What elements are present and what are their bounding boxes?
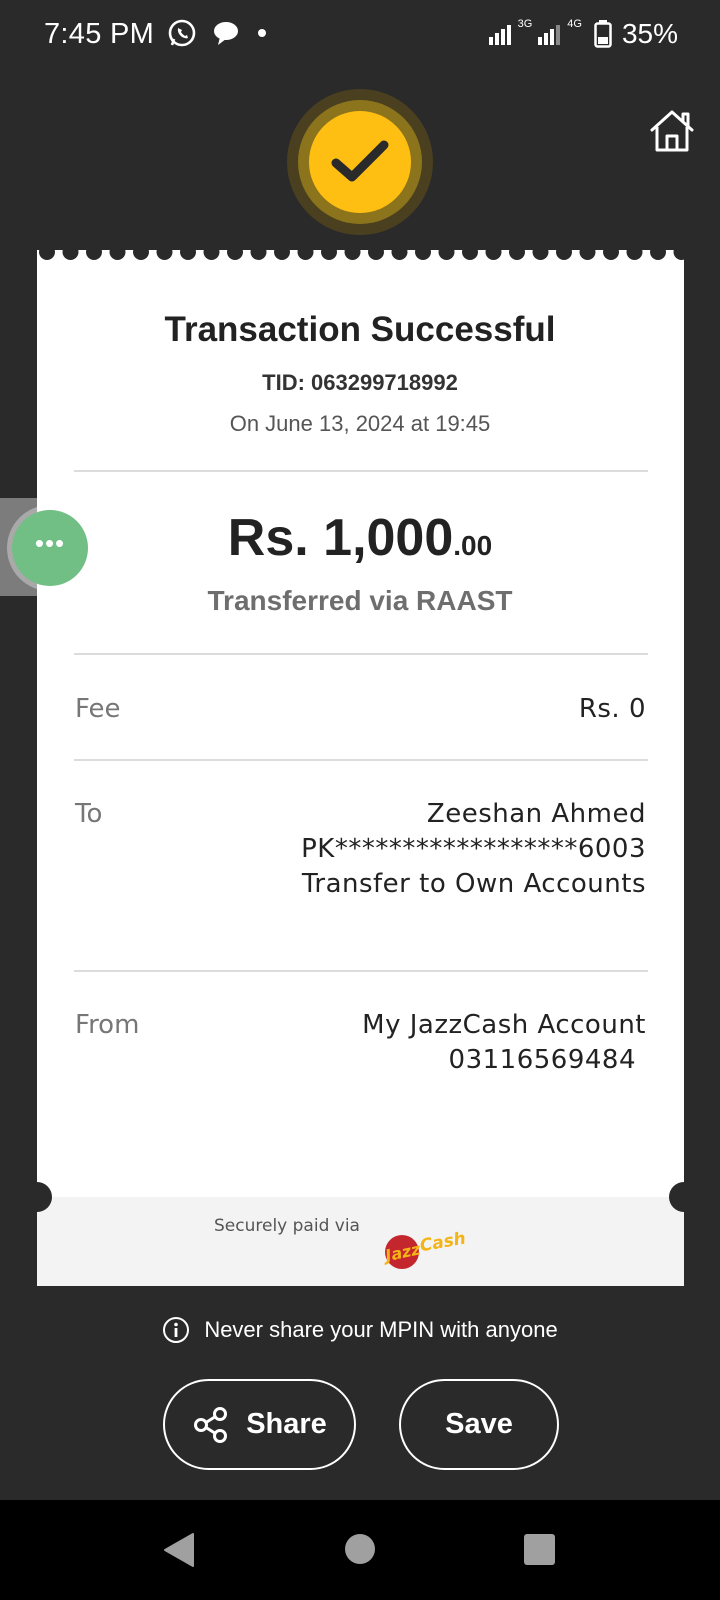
scallop-dot (626, 248, 643, 260)
warning-text: Never share your MPIN with anyone (204, 1317, 558, 1342)
recipient-name: Zeeshan Ahmed (426, 799, 646, 829)
nav-home-button[interactable] (345, 1534, 375, 1564)
scallop-dot (509, 248, 525, 260)
floating-menu-bubble[interactable]: ••• (12, 510, 88, 586)
receipt-notch (669, 1182, 699, 1212)
scallop-dot (250, 248, 267, 260)
to-details: Zeeshan Ahmed PK******************6003 T… (301, 797, 646, 902)
scallop-dot (532, 248, 549, 260)
scallop-dot (579, 248, 596, 260)
divider (74, 470, 648, 472)
network-label-2: 4G (567, 18, 582, 30)
scallop-dot (274, 248, 290, 260)
scallop-dot (133, 248, 149, 260)
recent-apps-button[interactable] (524, 1534, 555, 1565)
scallop-dot (673, 248, 684, 260)
status-bar: 7:45 PM 3G 4G 35% (0, 0, 720, 72)
signal-icon (488, 23, 511, 45)
from-details: My JazzCash Account 03116569484 (362, 1008, 646, 1078)
save-button[interactable]: Save (399, 1379, 559, 1470)
sender-account-name: My JazzCash Account (362, 1010, 646, 1040)
security-warning: Never share your MPIN with anyone (0, 1316, 720, 1344)
back-icon[interactable] (163, 1532, 195, 1568)
logo-text-cash: Cash (418, 1229, 467, 1257)
scallop-dot (438, 248, 455, 260)
from-label: From (75, 1010, 140, 1040)
scallop-dot (415, 248, 431, 260)
share-button[interactable]: Share (163, 1379, 356, 1470)
battery-icon (594, 20, 612, 48)
whatsapp-icon (168, 19, 196, 47)
scallop-dot (556, 248, 572, 260)
scallop-dot (321, 248, 337, 260)
amount-decimal: .00 (453, 530, 493, 561)
divider (74, 759, 648, 761)
scallop-dot (227, 248, 243, 260)
receipt-scallop-edge (39, 248, 684, 260)
transaction-title: Transaction Successful (164, 310, 556, 349)
secure-text: Securely paid via (214, 1216, 360, 1236)
scallop-dot (297, 248, 314, 260)
share-icon (194, 1406, 228, 1443)
dot-icon (258, 29, 266, 37)
logo-text-jazz: Jazz (381, 1239, 423, 1266)
scallop-dot (109, 248, 126, 260)
scallop-dot (86, 248, 102, 260)
scallop-dot (650, 248, 666, 260)
fee-value: Rs. 0 (578, 694, 646, 724)
more-icon: ••• (34, 528, 66, 558)
amount-main: Rs. 1,000 (227, 509, 454, 567)
transfer-method: Transferred via RAAST (207, 585, 513, 616)
transfer-type: Transfer to Own Accounts (301, 869, 646, 899)
transaction-id: TID: 063299718992 (262, 370, 458, 395)
recipient-account: PK******************6003 (301, 834, 646, 864)
scallop-dot (39, 248, 55, 260)
scallop-dot (203, 248, 220, 260)
sender-number: 03116569484 (448, 1045, 636, 1075)
scallop-dot (156, 248, 173, 260)
signal-icon-2 (538, 23, 561, 45)
amount: Rs. 1,000.00 (0, 508, 720, 568)
network-label-1: 3G (517, 18, 533, 30)
save-label: Save (445, 1408, 513, 1440)
scallop-dot (462, 248, 478, 260)
scallop-dot (344, 248, 361, 260)
scallop-dot (391, 248, 408, 260)
scallop-dot (62, 248, 79, 260)
receipt-footer (37, 1197, 684, 1286)
share-label: Share (246, 1408, 327, 1440)
to-label: To (75, 799, 103, 829)
jazzcash-logo: Jazz Cash (381, 1229, 467, 1269)
receipt-notch (22, 1182, 52, 1212)
transaction-date: On June 13, 2024 at 19:45 (229, 411, 491, 436)
scallop-dot (180, 248, 196, 260)
checkmark-icon (331, 140, 389, 182)
fee-label: Fee (75, 694, 121, 724)
divider (74, 653, 648, 655)
home-icon[interactable] (648, 108, 696, 154)
divider (74, 970, 648, 972)
scallop-dot (368, 248, 384, 260)
battery-percent: 35% (621, 18, 678, 49)
success-badge (309, 111, 411, 213)
status-time: 7:45 PM (44, 18, 155, 50)
chat-bubble-icon (214, 22, 238, 45)
info-icon (163, 1317, 190, 1343)
scallop-dot (603, 248, 619, 260)
scallop-dot (485, 248, 502, 260)
